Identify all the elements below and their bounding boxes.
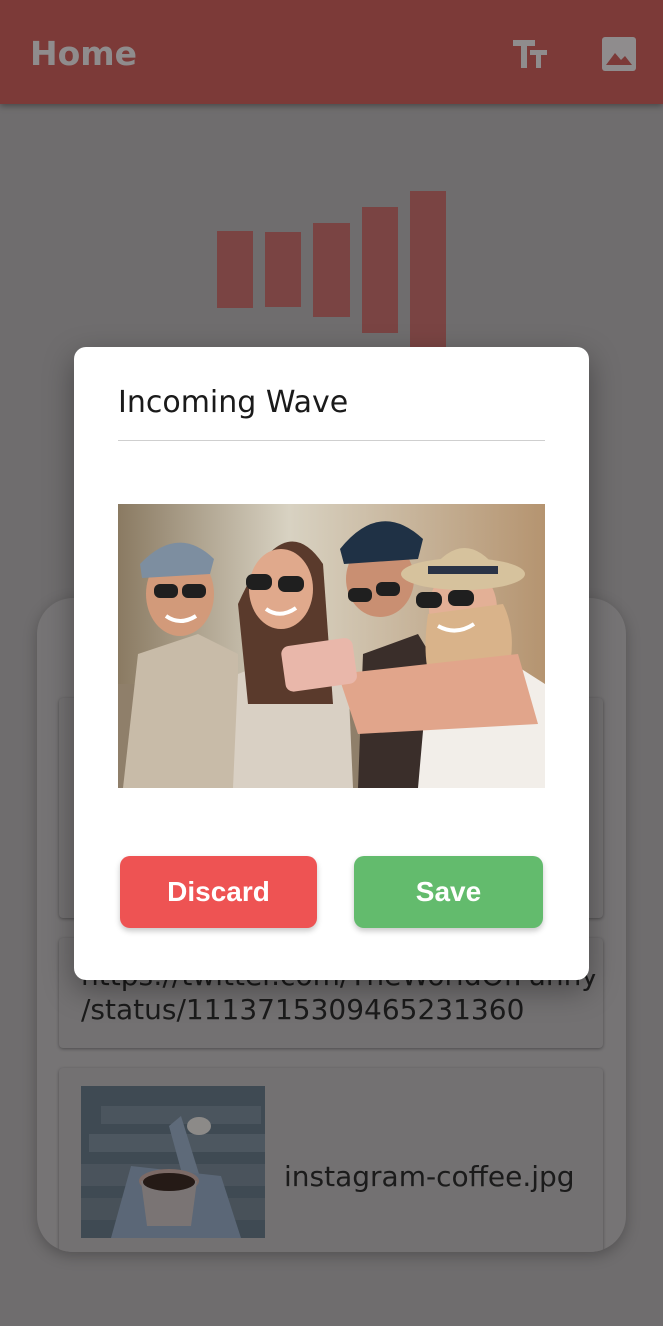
app-title: Home	[30, 34, 138, 73]
coffee-thumbnail	[81, 1086, 265, 1238]
list-item-image[interactable]: instagram-coffee.jpg	[59, 1068, 603, 1252]
app-logo	[214, 188, 450, 348]
text-size-icon[interactable]	[510, 34, 550, 74]
incoming-wave-dialog: Incoming Wave Discard Save	[74, 347, 589, 980]
discard-button[interactable]: Discard	[120, 856, 317, 928]
image-icon[interactable]	[599, 34, 639, 74]
file-name-label: instagram-coffee.jpg	[284, 1160, 575, 1193]
save-button[interactable]: Save	[354, 856, 543, 928]
dialog-title: Incoming Wave	[118, 385, 349, 420]
app-bar: Home	[0, 0, 663, 104]
dialog-divider	[118, 440, 545, 441]
incoming-photo	[118, 504, 545, 788]
link-url-line2: /status/1113715309465231360	[81, 993, 525, 1026]
